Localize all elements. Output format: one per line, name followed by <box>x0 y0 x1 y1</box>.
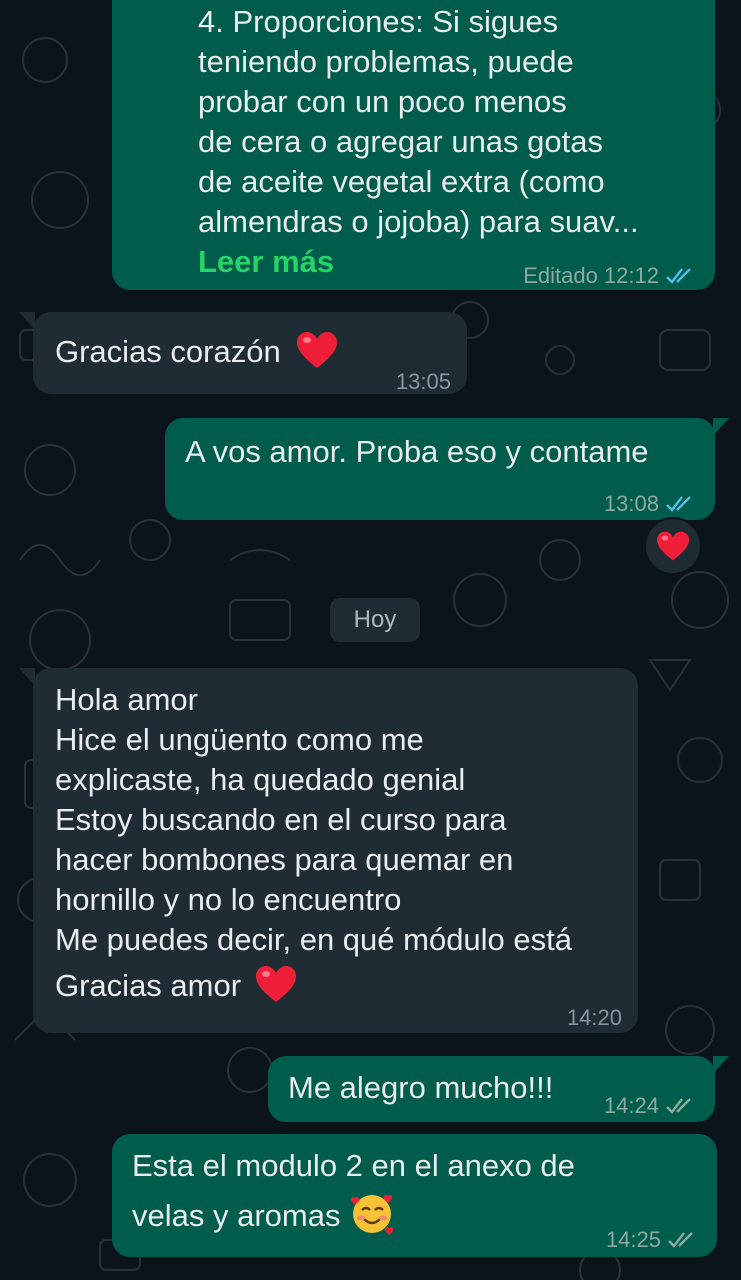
message-text-line: Esta el modulo 2 en el anexo de <box>132 1148 575 1183</box>
message-bubble-outgoing[interactable]: Me alegro mucho!!! 14:24 <box>268 1056 729 1122</box>
message-time: 13:08 <box>603 491 659 516</box>
message-text-line: de cera o agregar unas gotas <box>198 124 603 159</box>
message-reaction[interactable] <box>644 517 702 575</box>
double-check-delivered-icon <box>666 1098 691 1114</box>
message-text-line: hacer bombones para quemar en <box>55 842 514 877</box>
message-text: Gracias corazón <box>55 334 281 369</box>
message-time: 14:20 <box>566 1005 622 1030</box>
message-text-line: Hola amor <box>55 682 198 717</box>
message-text-line: 4. Proporciones: Si sigues <box>198 4 559 39</box>
message-text-line: explicaste, ha quedado genial <box>55 762 466 797</box>
heart-reaction-icon <box>657 531 689 561</box>
message-bubble-incoming[interactable]: Gracias corazón 13:05 <box>19 312 467 394</box>
message-meta: 14:20 <box>567 998 622 1038</box>
message-text-line: Hice el ungüento como me <box>55 722 424 757</box>
smiling-face-with-hearts-emoji-icon <box>350 1194 394 1235</box>
message-time: Editado 12:12 <box>523 263 659 288</box>
message-time: 14:25 <box>605 1227 661 1252</box>
message-text-line: almendras o jojoba) para suav... <box>198 204 639 239</box>
message-text-line: teniendo problemas, puede <box>198 44 574 79</box>
message-bubble-outgoing[interactable]: 4. Proporciones: Si sigues teniendo prob… <box>112 0 715 290</box>
message-bubble-outgoing[interactable]: A vos amor. Proba eso y contame 13:08 <box>165 418 729 520</box>
message-time: 14:24 <box>603 1093 659 1118</box>
message-text-line: Gracias amor <box>55 968 242 1003</box>
message-time: 13:05 <box>395 369 451 394</box>
message-meta: 14:24 <box>604 1086 697 1126</box>
message-meta: Editado 12:12 <box>523 256 697 296</box>
heart-emoji-icon <box>255 965 296 1002</box>
message-text-line: hornillo y no lo encuentro <box>55 882 402 917</box>
double-check-read-icon <box>666 496 691 512</box>
message-text-line: Me puedes decir, en qué módulo está <box>55 922 573 957</box>
double-check-delivered-icon <box>668 1232 693 1248</box>
message-text-line: velas y aromas <box>132 1198 341 1233</box>
double-check-read-icon <box>666 268 691 284</box>
message-text: A vos amor. Proba eso y contame <box>185 434 649 469</box>
message-text: Me alegro mucho!!! <box>288 1070 554 1105</box>
heart-emoji-icon <box>297 331 338 368</box>
message-meta: 14:25 <box>606 1220 699 1260</box>
message-meta: 13:05 <box>396 362 451 402</box>
message-bubble-incoming[interactable]: Hola amor Hice el ungüento como me expli… <box>19 668 638 1033</box>
message-text-line: de aceite vegetal extra (como <box>198 164 605 199</box>
message-bubble-outgoing[interactable]: Esta el modulo 2 en el anexo de velas y … <box>112 1134 717 1257</box>
message-text-line: probar con un poco menos <box>198 84 567 119</box>
date-separator: Hoy <box>330 598 420 642</box>
message-text-line: Estoy buscando en el curso para <box>55 802 507 837</box>
